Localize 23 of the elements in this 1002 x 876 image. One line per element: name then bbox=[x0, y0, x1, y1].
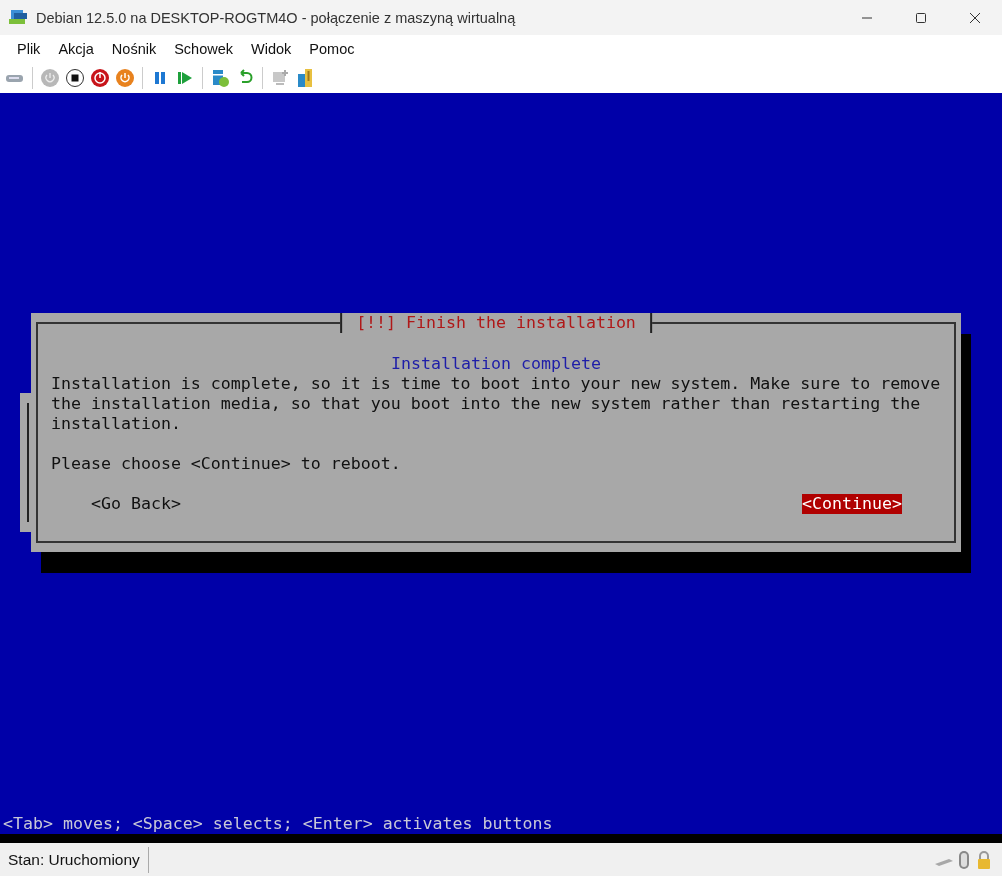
dialog-button[interactable]: <Go Back> bbox=[91, 494, 181, 514]
close-icon bbox=[969, 11, 981, 24]
dialog-button[interactable]: <Continue> bbox=[802, 494, 902, 514]
stop-icon[interactable] bbox=[65, 67, 85, 88]
menu-item[interactable]: Widok bbox=[242, 37, 301, 60]
menu-item[interactable]: Nośnik bbox=[102, 37, 166, 60]
menu-item[interactable]: Akcja bbox=[49, 37, 103, 60]
dialog-heading: Installation complete bbox=[390, 354, 602, 374]
server-icon[interactable] bbox=[210, 67, 230, 88]
computer-icon[interactable] bbox=[270, 67, 290, 88]
window-title: Debian 12.5.0 na DESKTOP-ROGTM4O - połączenie z maszyną wirtualną bbox=[36, 9, 517, 26]
maximize-icon bbox=[915, 11, 927, 24]
menu-item[interactable]: Pomoc bbox=[300, 37, 364, 60]
power-icon[interactable] bbox=[115, 67, 135, 88]
menu-item[interactable]: Plik bbox=[8, 37, 50, 60]
power-icon[interactable] bbox=[90, 67, 110, 88]
dialog-text: Please choose <Continue> to reboot. bbox=[51, 454, 402, 474]
dialog-text: Installation is complete, so it is time to boot into your new system. Make sure to remove the installation media, so that you boot into the new system rather than restarting the installation. bbox=[51, 374, 942, 434]
menu-item[interactable]: Schowek bbox=[165, 37, 242, 60]
key-hint: <Tab> moves; <Space> selects; <Enter> activates buttons bbox=[2, 814, 554, 834]
server-icon[interactable] bbox=[295, 67, 315, 88]
dialog-title: [!!] Finish the installation bbox=[340, 313, 652, 333]
status-text: Stan: Uruchomiony bbox=[8, 846, 149, 873]
